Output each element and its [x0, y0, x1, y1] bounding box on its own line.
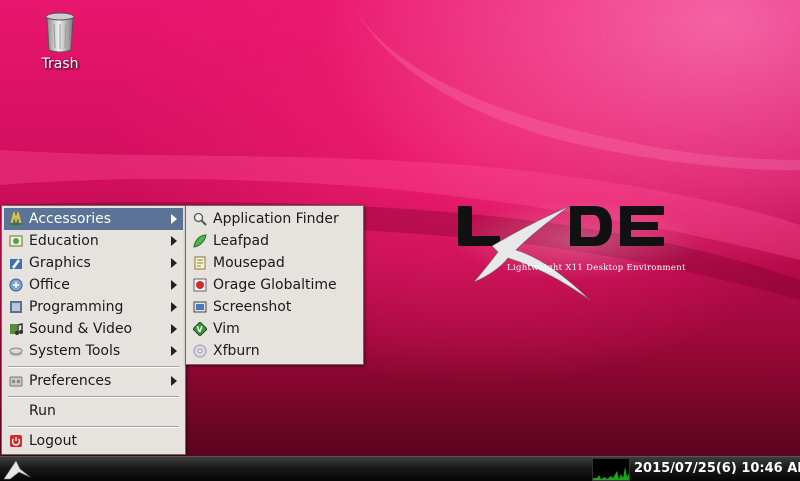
- submenu-arrow-icon: [171, 376, 177, 386]
- trash-icon: [45, 12, 75, 53]
- graphics-icon: [10, 259, 22, 269]
- menu-item-education[interactable]: Education: [4, 230, 183, 252]
- menu-item-mousepad[interactable]: Mousepad: [188, 252, 361, 274]
- submenu-arrow-icon: [171, 346, 177, 356]
- menu-item-system-tools[interactable]: System Tools: [4, 340, 183, 362]
- cpu-monitor-icon[interactable]: [592, 458, 630, 481]
- lxde-start-icon[interactable]: [0, 457, 34, 481]
- submenu-arrow-icon: [171, 280, 177, 290]
- menu-item-run[interactable]: Run: [4, 400, 183, 422]
- accessories-icon: [10, 212, 22, 226]
- submenu-arrow-icon: [171, 324, 177, 334]
- menu-item-xfburn[interactable]: Xfburn: [188, 340, 361, 362]
- screenshot-icon: [193, 301, 207, 313]
- svg-text:V: V: [197, 325, 204, 334]
- menu-item-programming[interactable]: Programming: [4, 296, 183, 318]
- logout-icon: [10, 435, 22, 447]
- magnifier-icon: [193, 212, 207, 226]
- menu-item-screenshot[interactable]: Screenshot: [188, 296, 361, 318]
- menu-separator: [8, 366, 179, 368]
- menu-item-graphics[interactable]: Graphics: [4, 252, 183, 274]
- submenu-arrow-icon: [171, 302, 177, 312]
- menu-item-application-finder[interactable]: Application Finder: [188, 208, 361, 230]
- menu-item-orage-globaltime[interactable]: Orage Globaltime: [188, 274, 361, 296]
- leafpad-icon: [193, 234, 207, 248]
- lxde-logo: Lightweight X11 Desktop Environment: [452, 200, 702, 301]
- xfburn-icon: [193, 344, 207, 358]
- programming-icon: [10, 301, 22, 313]
- mousepad-icon: [194, 256, 206, 270]
- submenu-arrow-icon: [171, 258, 177, 268]
- office-icon: [9, 278, 23, 292]
- accessories-submenu: Application Finder Leafpad Mousepad Orag…: [185, 205, 364, 365]
- menu-item-vim[interactable]: V Vim: [188, 318, 361, 340]
- orage-icon: [193, 278, 207, 292]
- taskbar-panel: 2015/07/25(6) 10:46 AM: [0, 456, 800, 481]
- education-icon: [9, 235, 23, 247]
- desktop-icon-label: Trash: [41, 56, 79, 72]
- panel-clock[interactable]: 2015/07/25(6) 10:46 AM: [634, 457, 800, 481]
- menu-item-preferences[interactable]: Preferences: [4, 370, 183, 392]
- vim-icon: V: [193, 322, 207, 336]
- sound-video-icon: [10, 323, 23, 335]
- application-menu: Accessories Education Graphics Office Pr…: [1, 205, 186, 455]
- menu-separator: [8, 426, 179, 428]
- system-tools-icon: [9, 347, 23, 356]
- lxde-tagline: Lightweight X11 Desktop Environment: [507, 263, 686, 273]
- desktop-icon-trash[interactable]: Trash: [24, 12, 96, 72]
- menu-item-sound-video[interactable]: Sound & Video: [4, 318, 183, 340]
- preferences-icon: [9, 376, 23, 387]
- menu-item-accessories[interactable]: Accessories: [4, 208, 183, 230]
- submenu-arrow-icon: [171, 236, 177, 246]
- submenu-arrow-icon: [171, 214, 177, 224]
- menu-separator: [8, 396, 179, 398]
- menu-item-logout[interactable]: Logout: [4, 430, 183, 452]
- menu-item-office[interactable]: Office: [4, 274, 183, 296]
- menu-item-leafpad[interactable]: Leafpad: [188, 230, 361, 252]
